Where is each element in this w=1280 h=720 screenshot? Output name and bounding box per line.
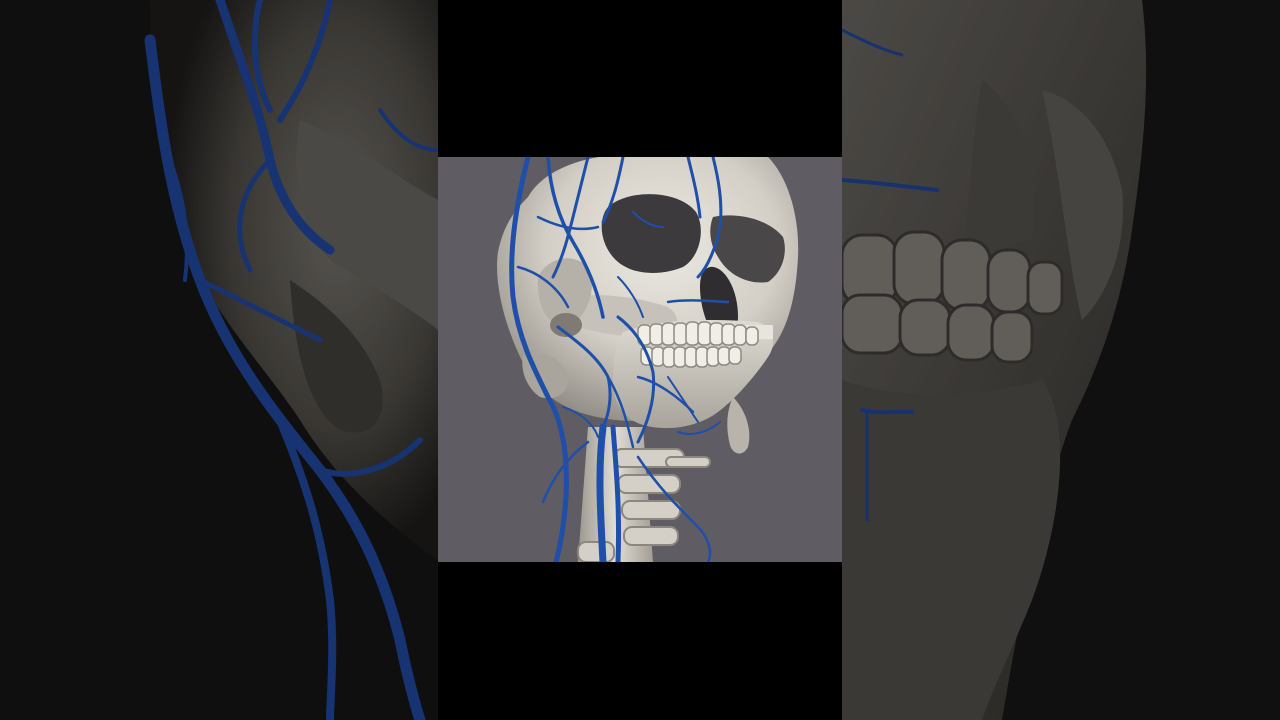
background-left-image bbox=[0, 0, 438, 720]
video-letterbox bbox=[438, 0, 842, 720]
background-right-image bbox=[842, 0, 1280, 720]
video-frame bbox=[0, 0, 1280, 720]
blurred-background-right bbox=[842, 0, 1280, 720]
skull-veins-illustration bbox=[438, 157, 842, 562]
blurred-background-left bbox=[0, 0, 438, 720]
anatomy-render bbox=[438, 157, 842, 562]
